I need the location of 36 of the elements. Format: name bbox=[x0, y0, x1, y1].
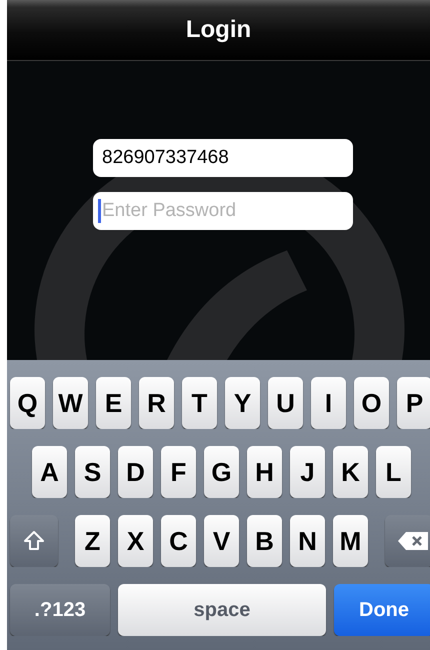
key[interactable]: O bbox=[354, 377, 389, 429]
key[interactable]: E bbox=[96, 377, 131, 429]
key[interactable]: L bbox=[376, 446, 411, 498]
key[interactable]: R bbox=[139, 377, 174, 429]
key[interactable]: G bbox=[204, 446, 239, 498]
backspace-icon bbox=[397, 531, 429, 551]
key[interactable]: U bbox=[268, 377, 303, 429]
key[interactable]: T bbox=[182, 377, 217, 429]
numbers-key[interactable]: .?123 bbox=[10, 584, 110, 636]
key[interactable]: A bbox=[32, 446, 67, 498]
text-field[interactable]: 826907337468 bbox=[93, 139, 353, 177]
key[interactable]: W bbox=[53, 377, 88, 429]
screen-title: Login bbox=[186, 16, 252, 44]
shift-key[interactable] bbox=[10, 515, 58, 567]
key[interactable]: H bbox=[247, 446, 282, 498]
space-bar[interactable]: space bbox=[118, 584, 326, 636]
key[interactable]: F bbox=[161, 446, 196, 498]
key[interactable]: D bbox=[118, 446, 153, 498]
key[interactable]: X bbox=[118, 515, 153, 567]
key[interactable]: J bbox=[290, 446, 325, 498]
key[interactable]: B bbox=[247, 515, 282, 567]
key[interactable]: P bbox=[397, 377, 430, 429]
key[interactable]: V bbox=[204, 515, 239, 567]
delete-key[interactable] bbox=[385, 515, 430, 567]
key[interactable]: M bbox=[333, 515, 368, 567]
key[interactable]: K bbox=[333, 446, 368, 498]
key[interactable]: Z bbox=[75, 515, 110, 567]
done-button[interactable]: Done bbox=[334, 584, 430, 636]
key[interactable]: I bbox=[311, 377, 346, 429]
shift-arrow-icon bbox=[23, 530, 45, 552]
password-field[interactable]: Enter Password bbox=[93, 192, 353, 230]
key[interactable]: C bbox=[161, 515, 196, 567]
key[interactable]: S bbox=[75, 446, 110, 498]
key[interactable]: Y bbox=[225, 377, 260, 429]
key[interactable]: N bbox=[290, 515, 325, 567]
key[interactable]: Q bbox=[10, 377, 45, 429]
